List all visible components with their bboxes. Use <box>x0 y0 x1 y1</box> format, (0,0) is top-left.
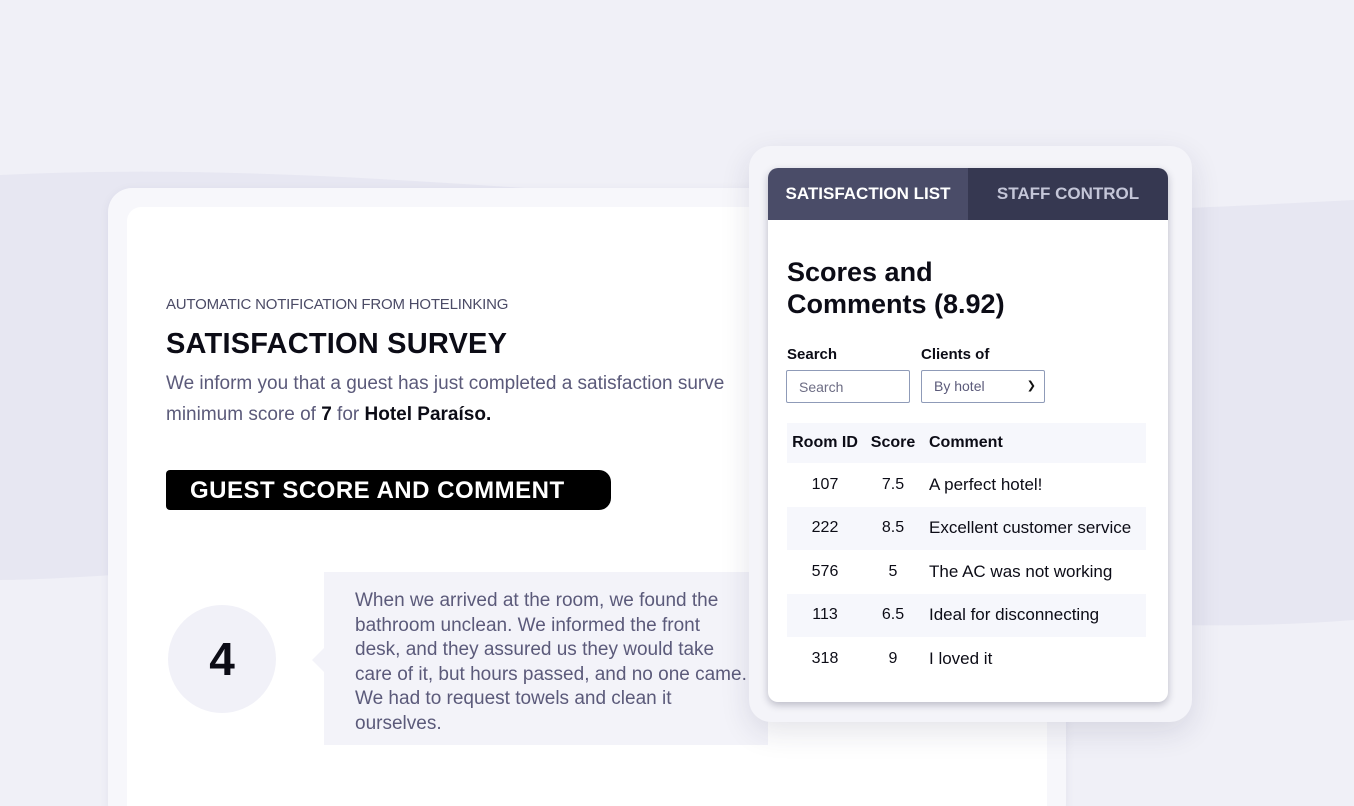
cell-score: 9 <box>888 649 898 667</box>
search-input[interactable] <box>786 370 910 403</box>
notification-label: AUTOMATIC NOTIFICATION FROM HOTELINKING <box>166 296 509 313</box>
table-header-row: Room ID Score Comment <box>787 423 1146 463</box>
cell-comment: Excellent customer service <box>929 518 1132 538</box>
hotel-name: Hotel Paraíso. <box>364 404 492 425</box>
cell-score: 7.5 <box>881 475 905 493</box>
cell-score: 8.5 <box>881 519 905 537</box>
header-room-id[interactable]: Room ID <box>787 423 863 463</box>
cell-room-id: 107 <box>811 475 839 493</box>
cell-comment: Ideal for disconnecting <box>929 605 1100 625</box>
inform-line2: minimum score of <box>166 404 322 425</box>
panel-tabs: SATISFACTION LIST STAFF CONTROL <box>768 168 1168 220</box>
cell-comment: I loved it <box>929 648 993 668</box>
cell-comment: The AC was not working <box>929 561 1113 581</box>
chevron-down-icon: ❯ <box>1026 380 1036 392</box>
cell-comment: A perfect hotel! <box>929 474 1043 494</box>
inform-for: for <box>331 404 365 425</box>
header-score[interactable]: Score <box>863 423 923 463</box>
cell-score: 6.5 <box>881 606 905 624</box>
cell-room-id: 576 <box>811 562 839 580</box>
table-row[interactable]: 222 8.5 Excellent customer service <box>787 506 1146 550</box>
cell-room-id: 318 <box>811 649 839 667</box>
panel-title: Scores and Comments (8.92) <box>787 257 1005 319</box>
tab-staff-control[interactable]: STAFF CONTROL <box>968 168 1168 220</box>
cell-room-id: 113 <box>812 606 838 624</box>
table-row[interactable]: 576 5 The AC was not working <box>787 550 1146 594</box>
search-label: Search <box>787 346 838 363</box>
table-row[interactable]: 318 9 I loved it <box>787 637 1146 681</box>
cell-room-id: 222 <box>811 519 839 537</box>
clients-select[interactable]: By hotel ❯ <box>921 370 1045 403</box>
inform-line1: We inform you that a guest has just comp… <box>166 373 725 394</box>
tab-satisfaction-list[interactable]: SATISFACTION LIST <box>768 168 968 220</box>
satisfaction-panel: SATISFACTION LIST STAFF CONTROL Scores a… <box>768 168 1168 702</box>
guest-score-banner: GUEST SCORE AND COMMENT <box>166 470 611 510</box>
header-comment[interactable]: Comment <box>923 423 1146 463</box>
min-score: 7 <box>321 404 332 425</box>
inform-text: We inform you that a guest has just comp… <box>166 368 766 430</box>
bubble-tail <box>312 648 324 672</box>
table-row[interactable]: 107 7.5 A perfect hotel! <box>787 463 1146 507</box>
table-row[interactable]: 113 6.5 Ideal for disconnecting <box>787 593 1146 637</box>
clients-select-value: By hotel <box>934 378 985 394</box>
survey-title: SATISFACTION SURVEY <box>166 328 508 360</box>
clients-label: Clients of <box>921 346 990 363</box>
cell-score: 5 <box>888 562 898 580</box>
guest-score-circle: 4 <box>168 605 276 713</box>
scores-table: Room ID Score Comment 107 7.5 A perfect … <box>787 423 1146 681</box>
guest-comment: When we arrived at the room, we found th… <box>355 590 747 734</box>
